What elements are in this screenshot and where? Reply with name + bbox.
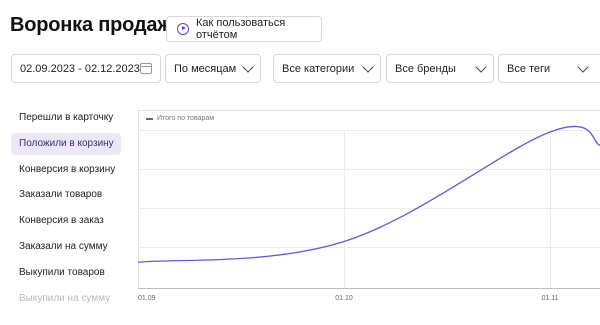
date-range-value: 02.09.2023 - 02.12.2023 xyxy=(20,62,140,75)
x-tick-label: 01.09 xyxy=(138,295,156,302)
page-title: Воронка продаж xyxy=(10,14,172,36)
brands-select-value: Все бренды xyxy=(395,62,456,75)
chevron-down-icon xyxy=(577,60,589,73)
date-range-picker[interactable]: 02.09.2023 - 02.12.2023 xyxy=(11,54,161,83)
help-button[interactable]: Как пользоваться отчётом xyxy=(166,16,322,42)
sales-funnel-page: Воронка продаж Как пользоваться отчётом … xyxy=(0,0,600,325)
metric-item[interactable]: Выкупили на сумму xyxy=(11,288,121,310)
play-circle-icon xyxy=(177,23,189,35)
tags-select[interactable]: Все теги xyxy=(498,54,600,83)
metric-item[interactable]: Конверсия в заказ xyxy=(11,210,121,232)
x-tick-label: 01.11 xyxy=(542,295,559,302)
metrics-list: Перешли в карточку Положили в корзину Ко… xyxy=(11,107,121,313)
categories-select-value: Все категории xyxy=(282,62,355,75)
metric-item-active[interactable]: Положили в корзину xyxy=(11,132,121,155)
chevron-down-icon xyxy=(242,60,254,73)
tags-select-value: Все теги xyxy=(507,62,551,75)
metric-item[interactable]: Перешли в карточку xyxy=(11,107,121,129)
period-select-value: По месяцам xyxy=(174,62,237,75)
series-line xyxy=(137,125,600,263)
brands-select[interactable]: Все бренды xyxy=(386,54,494,83)
x-tick-label: 01.10 xyxy=(335,295,353,302)
chart-legend: Итого по товарам xyxy=(146,115,214,122)
metric-item[interactable]: Заказали товаров xyxy=(11,184,121,206)
legend-label: Итого по товарам xyxy=(157,115,215,122)
categories-select[interactable]: Все категории xyxy=(273,54,381,83)
chevron-down-icon xyxy=(362,60,374,73)
line-chart: 01.09 01.10 01.11 xyxy=(137,110,600,302)
legend-swatch xyxy=(146,117,153,120)
metric-item[interactable]: Заказали на сумму xyxy=(11,236,121,258)
calendar-icon xyxy=(140,63,152,74)
help-button-label: Как пользоваться отчётом xyxy=(196,17,286,41)
chart-area: 01.09 01.10 01.11 Итого по товарам xyxy=(137,110,600,310)
metric-item[interactable]: Конверсия в корзину xyxy=(11,159,121,181)
chevron-down-icon xyxy=(475,60,487,73)
metric-item[interactable]: Выкупили товаров xyxy=(11,262,121,284)
period-select[interactable]: По месяцам xyxy=(165,54,261,83)
